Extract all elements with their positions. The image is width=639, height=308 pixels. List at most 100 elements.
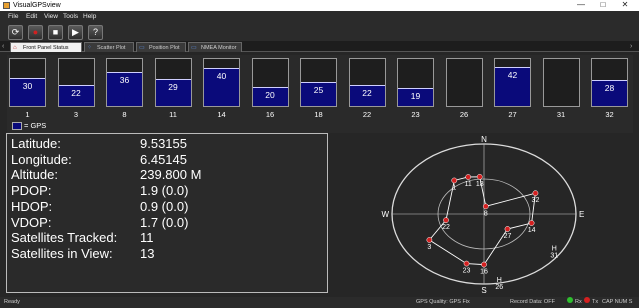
satellite-prn-label: 18 xyxy=(476,181,484,188)
minimize-button[interactable]: — xyxy=(571,0,591,11)
satellite-prn-label: 32 xyxy=(532,197,540,204)
tab-nmea-monitor[interactable]: ▭ NMEA Monitor xyxy=(188,42,242,52)
close-button[interactable]: ✕ xyxy=(615,0,635,11)
menu-view[interactable]: View xyxy=(44,11,58,23)
status-keyboard-mode: CAP NUM S xyxy=(602,299,633,305)
satellite-prn-14[interactable]: 14 xyxy=(528,220,536,234)
signal-bar-prn-label: 1 xyxy=(25,110,30,119)
satellite-prn-32[interactable]: 32 xyxy=(532,190,540,205)
menu-help[interactable]: Help xyxy=(83,11,96,23)
tab-position-plot[interactable]: ▭ Position Plot xyxy=(136,42,186,52)
tab-front-panel-status[interactable]: ⌂ Front Panel Status xyxy=(10,42,82,52)
satellite-marker-icon xyxy=(481,261,487,268)
menu-file[interactable]: File xyxy=(8,11,18,23)
satellite-prn-label: 22 xyxy=(442,224,450,231)
signal-bar-prn-1: 30 xyxy=(9,58,46,107)
signal-bar-value: 22 xyxy=(362,88,372,98)
signal-bar-prn-14: 40 xyxy=(203,58,240,107)
tab-scroll-right-icon[interactable]: › xyxy=(630,42,632,52)
satellite-prn-26[interactable]: H26 xyxy=(495,277,503,291)
position-value: 0.9 (0.0) xyxy=(140,198,189,214)
signal-bar-value: 28 xyxy=(604,83,615,93)
status-gps-quality: GPS Quality: GPS Fix xyxy=(416,299,470,305)
satellite-marker-icon xyxy=(482,203,489,210)
signal-bar-prn-8: 36 xyxy=(106,58,143,107)
satellite-prn-3[interactable]: 3 xyxy=(426,237,433,251)
satellite-prn-label: 23 xyxy=(463,268,471,275)
tab-scroll-left-icon[interactable]: ‹ xyxy=(2,42,4,52)
signal-bar-prn-22: 22 xyxy=(348,58,386,107)
tab-label: Scatter Plot xyxy=(97,45,126,51)
satellite-prn-11[interactable]: 11 xyxy=(465,174,472,188)
satellite-prn-1[interactable]: 1 xyxy=(451,177,458,192)
rx-indicator-icon xyxy=(567,297,573,303)
compass-west: W xyxy=(381,210,389,219)
position-value: 1.7 (0.0) xyxy=(140,214,189,230)
signal-bar-prn-label: 8 xyxy=(122,110,127,119)
signal-bar-prn-3: 22 xyxy=(57,58,95,107)
position-value: 239.800 M xyxy=(140,167,202,183)
position-value: 1.9 (0.0) xyxy=(140,183,189,199)
tab-label: Position Plot xyxy=(149,45,180,51)
satellite-marker-icon xyxy=(463,260,470,267)
compass-north: N xyxy=(481,135,487,144)
refresh-icon: ⟳ xyxy=(11,27,20,37)
satellite-prn-label: 11 xyxy=(465,181,472,188)
satellite-prn-label: 1 xyxy=(452,184,456,191)
tab-label: Front Panel Status xyxy=(23,45,69,51)
record-icon: ● xyxy=(32,27,39,37)
sky-plot-panel: N S E W 1 11 18 8 32 14 27 16 23 22 3 H 26 H 31 xyxy=(332,133,633,293)
satellite-marker-icon xyxy=(465,174,472,180)
satellite-prn-22[interactable]: 22 xyxy=(442,217,450,232)
tab-bar: ‹ ⌂ Front Panel Status ⁘ Scatter Plot ▭ … xyxy=(0,41,639,52)
maximize-button[interactable]: □ xyxy=(593,0,613,11)
help-icon: ? xyxy=(92,27,98,37)
window-title: VisualGPSview xyxy=(13,2,61,9)
satellite-prn-18[interactable]: 18 xyxy=(476,173,484,188)
menu-edit[interactable]: Edit xyxy=(26,11,37,23)
signal-bar-prn-16: 20 xyxy=(251,58,289,107)
compass-east: E xyxy=(579,210,584,219)
satellite-prn-8[interactable]: 8 xyxy=(482,203,489,218)
satellite-marker-icon xyxy=(443,217,449,223)
status-tx: Tx xyxy=(592,299,599,305)
menu-tools[interactable]: Tools xyxy=(63,11,78,23)
signal-bar-prn-31 xyxy=(542,58,580,107)
signal-bar-value: 36 xyxy=(119,75,130,85)
satellite-marker-icon xyxy=(532,190,539,197)
satellite-prn-16[interactable]: 16 xyxy=(480,261,488,276)
signal-bar-value: 19 xyxy=(410,91,421,101)
satellite-prn-label: 8 xyxy=(484,210,488,217)
tab-scatter-plot[interactable]: ⁘ Scatter Plot xyxy=(84,42,134,52)
open-button[interactable]: ⟳ xyxy=(8,25,23,40)
signal-bar-prn-label: 27 xyxy=(508,110,517,119)
home-icon: ⌂ xyxy=(13,45,17,51)
position-label: VDOP: xyxy=(11,214,52,230)
satellite-prn-label: 26 xyxy=(495,284,503,291)
tx-indicator-icon xyxy=(584,297,590,303)
signal-bar-prn-27: 42 xyxy=(494,58,531,107)
satellite-marker-icon xyxy=(426,237,433,243)
satellite-prn-23[interactable]: 23 xyxy=(463,260,471,275)
play-button[interactable]: ▶ xyxy=(68,25,83,40)
signal-bar-prn-label: 18 xyxy=(314,110,323,119)
position-label: Satellites in View: xyxy=(11,245,113,261)
satellite-marker-icon xyxy=(451,177,458,184)
signal-bar-value: 29 xyxy=(168,82,178,92)
satellite-prn-label: 16 xyxy=(480,269,488,276)
satellite-marker-icon xyxy=(476,173,483,180)
position-label: Longitude: xyxy=(11,151,72,167)
record-button[interactable]: ● xyxy=(28,25,43,40)
play-icon: ▶ xyxy=(72,27,79,37)
position-label: HDOP: xyxy=(11,198,53,214)
signal-bar-prn-label: 26 xyxy=(459,110,469,119)
untracked-satellite-icon: H xyxy=(552,246,557,253)
signal-bar-value: 40 xyxy=(216,71,227,81)
gps-legend-label: = GPS xyxy=(24,121,47,130)
signal-bar-prn-label: 14 xyxy=(217,110,226,119)
help-button[interactable]: ? xyxy=(88,25,103,40)
signal-bar-prn-11: 29 xyxy=(154,58,192,107)
satellite-prn-label: 14 xyxy=(528,227,536,234)
stop-button[interactable]: ■ xyxy=(48,25,63,40)
satellite-prn-31[interactable]: H31 xyxy=(550,246,558,260)
